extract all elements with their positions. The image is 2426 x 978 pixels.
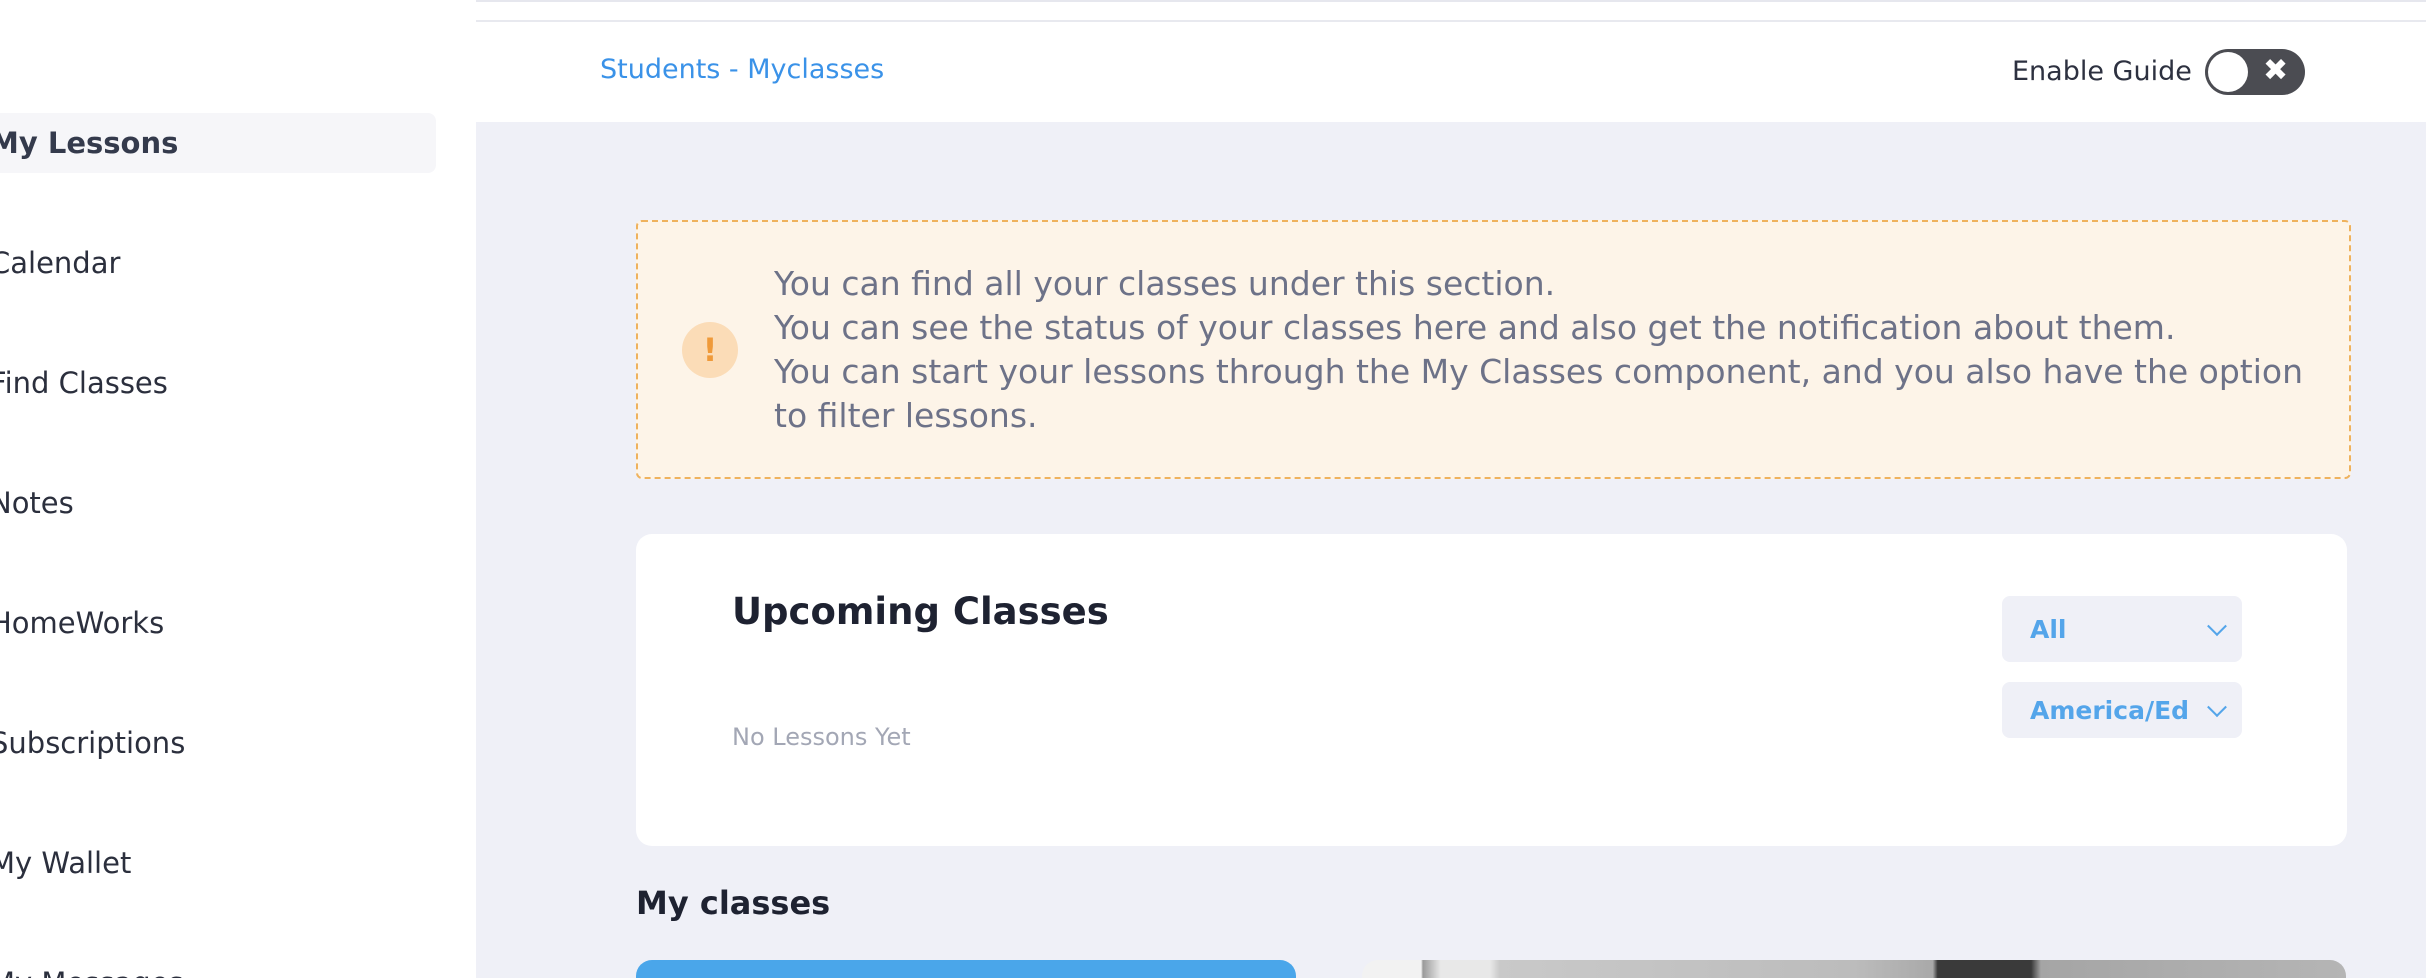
chevron-down-icon — [2207, 697, 2227, 718]
upcoming-classes-title: Upcoming Classes — [732, 590, 1109, 633]
enable-guide-label: Enable Guide — [2012, 56, 2192, 87]
exclamation-icon: ! — [682, 322, 738, 378]
sidebar-item-label: Notes — [0, 486, 74, 520]
sidebar-item-label: Subscriptions — [0, 726, 186, 760]
class-card-image[interactable] — [1362, 960, 2346, 978]
timezone-value: America/Edmonton — [2030, 695, 2190, 725]
sidebar-item-calendar[interactable]: Calendar — [0, 233, 436, 293]
empty-lessons-text: No Lessons Yet — [732, 723, 911, 751]
sidebar: My Lessons Calendar Find Classes Notes H… — [0, 0, 476, 978]
sidebar-item-label: Find Classes — [0, 366, 168, 400]
breadcrumb[interactable]: Students - Myclasses — [600, 54, 884, 85]
sidebar-item-label: My Lessons — [0, 126, 179, 160]
sidebar-item-find-classes[interactable]: Find Classes — [0, 353, 436, 413]
timezone-select[interactable]: America/Edmonton — [2002, 682, 2242, 738]
alert-line: You can see the status of your classes h… — [774, 308, 2176, 347]
chevron-down-icon — [2207, 616, 2227, 637]
sidebar-item-label: My Wallet — [0, 846, 132, 880]
sidebar-item-my-lessons[interactable]: My Lessons — [0, 113, 436, 173]
sidebar-item-label: My Messages — [0, 966, 184, 978]
sidebar-item-my-messages[interactable]: My Messages — [0, 953, 436, 978]
sidebar-item-label: HomeWorks — [0, 606, 165, 640]
my-classes-title: My classes — [636, 884, 831, 922]
lesson-filter-select[interactable]: All — [2002, 596, 2242, 662]
sidebar-item-my-wallet[interactable]: My Wallet — [0, 833, 436, 893]
enable-guide-toggle[interactable]: ✖ — [2205, 49, 2305, 95]
alert-text: You can find all your classes under this… — [774, 262, 2319, 438]
alert-line: You can find all your classes under this… — [774, 264, 1556, 303]
close-icon: ✖ — [2263, 53, 2289, 88]
header-divider — [476, 20, 2426, 22]
sidebar-item-subscriptions[interactable]: Subscriptions — [0, 713, 436, 773]
sidebar-item-notes[interactable]: Notes — [0, 473, 436, 533]
class-card[interactable] — [636, 960, 1296, 978]
lesson-filter-value: All — [2030, 614, 2067, 644]
alert-line: You can start your lessons through the M… — [774, 352, 2304, 435]
toggle-knob — [2208, 52, 2248, 92]
sidebar-item-homeworks[interactable]: HomeWorks — [0, 593, 436, 653]
sidebar-item-label: Calendar — [0, 246, 121, 280]
